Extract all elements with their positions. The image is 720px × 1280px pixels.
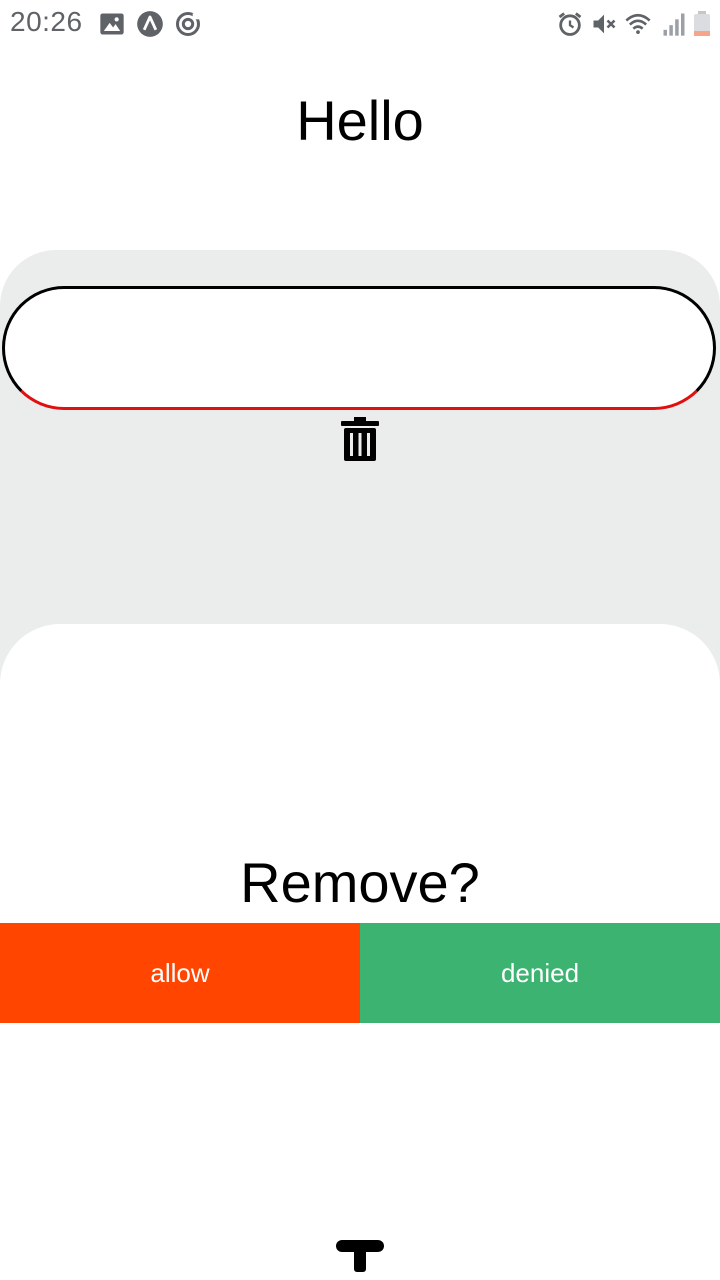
denied-button[interactable]: denied [360, 923, 720, 1023]
app-a-icon [137, 11, 163, 37]
t-handle-icon[interactable] [336, 1240, 384, 1272]
page-title: Hello [296, 89, 424, 152]
battery-icon [694, 11, 710, 36]
status-bar: 20:26 [0, 0, 720, 50]
wifi-icon [625, 13, 651, 35]
trash-icon[interactable] [341, 417, 379, 461]
dialog-title: Remove? [240, 851, 480, 914]
text-input[interactable] [2, 286, 716, 410]
sync-icon [175, 11, 201, 37]
signal-icon [663, 13, 685, 36]
image-icon [100, 13, 124, 35]
status-time: 20:26 [10, 6, 83, 37]
allow-button[interactable]: allow [0, 923, 360, 1023]
mute-icon [593, 14, 616, 34]
alarm-icon [558, 12, 582, 36]
